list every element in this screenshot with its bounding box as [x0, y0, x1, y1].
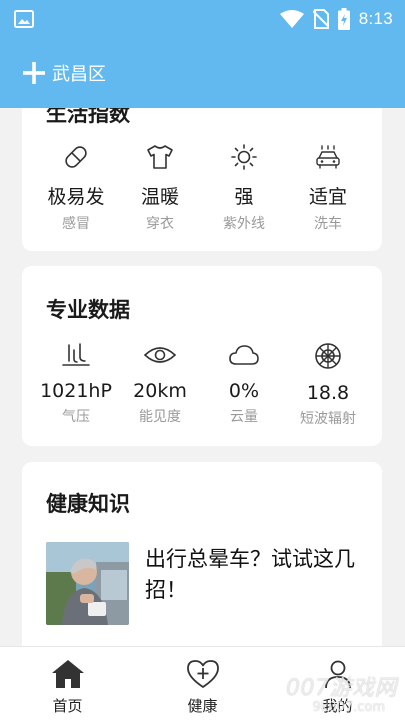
life-index-value: 极易发 — [47, 186, 105, 208]
city-name[interactable]: 武昌区 — [52, 60, 106, 86]
watermark-logo: 007游戏网 — [286, 676, 397, 701]
life-index-label: 穿衣 — [146, 216, 174, 232]
health-card: 健康知识 出行总晕车？试试这几招！ — [22, 462, 382, 646]
image-icon — [14, 10, 34, 28]
tab-health-label: 健康 — [187, 697, 218, 715]
pro-data-label: 能见度 — [139, 409, 181, 425]
life-index-card: 生活指数 极易发 感冒 温暖 穿衣 强 紫外线 适宜 洗车 — [22, 108, 382, 251]
article-thumbnail — [46, 542, 129, 625]
life-index-value: 温暖 — [140, 186, 179, 208]
pro-data-item-pressure: 1021hP 气压 — [34, 342, 118, 428]
heart-plus-icon — [186, 660, 219, 688]
eye-icon — [143, 347, 177, 363]
life-index-label: 洗车 — [314, 216, 342, 232]
life-index-item-cold[interactable]: 极易发 感冒 — [34, 144, 118, 233]
pro-data-grid: 1021hP 气压 20km 能见度 0% 云量 18.8 短波辐射 — [34, 342, 370, 428]
pro-data-item-visibility: 20km 能见度 — [118, 342, 202, 428]
status-bar: 8:13 — [0, 0, 405, 38]
life-index-item-clothing[interactable]: 温暖 穿衣 — [118, 144, 202, 233]
life-index-grid: 极易发 感冒 温暖 穿衣 强 紫外线 适宜 洗车 — [34, 144, 370, 233]
pressure-icon — [62, 343, 90, 366]
pro-data-card: 专业数据 1021hP 气压 20km 能见度 0% 云量 18.8 短波辐射 — [22, 266, 382, 446]
app-bar: 武昌区 — [0, 38, 405, 108]
pro-data-label: 气压 — [62, 409, 90, 425]
add-city-icon[interactable] — [22, 61, 46, 85]
tab-home-label: 首页 — [52, 697, 83, 715]
life-index-title: 生活指数 — [46, 108, 130, 126]
shirt-icon — [147, 145, 173, 169]
health-article[interactable]: 出行总晕车？试试这几招！ — [46, 542, 385, 625]
battery-charging-icon — [337, 8, 350, 30]
life-index-value: 适宜 — [308, 186, 347, 208]
article-title: 出行总晕车？试试这几招！ — [145, 547, 355, 602]
life-index-item-carwash[interactable]: 适宜 洗车 — [286, 144, 370, 233]
content-scroll[interactable]: 生活指数 极易发 感冒 温暖 穿衣 强 紫外线 适宜 洗车 专业数据 1021h… — [0, 108, 405, 646]
car-wash-icon — [316, 145, 340, 169]
tab-health[interactable]: 健康 — [135, 647, 270, 720]
pro-data-label: 云量 — [230, 409, 258, 425]
home-icon — [51, 660, 84, 688]
no-sim-icon — [312, 9, 329, 29]
life-index-label: 紫外线 — [223, 216, 265, 232]
pro-data-item-cloud: 0% 云量 — [202, 342, 286, 428]
status-time: 8:13 — [358, 9, 393, 28]
cloud-icon — [229, 345, 259, 365]
tab-home[interactable]: 首页 — [0, 647, 135, 720]
pro-data-value: 0% — [228, 380, 260, 402]
watermark-url: 9k007.com — [312, 700, 385, 715]
radiation-icon — [315, 343, 341, 369]
pro-data-value: 18.8 — [306, 382, 350, 404]
pill-icon — [65, 146, 87, 168]
pro-data-value: 20km — [133, 380, 187, 402]
health-title: 健康知识 — [46, 492, 130, 516]
sun-icon — [231, 144, 257, 170]
life-index-value: 强 — [234, 186, 254, 208]
pro-data-value: 1021hP — [40, 380, 112, 402]
life-index-item-uv[interactable]: 强 紫外线 — [202, 144, 286, 233]
wifi-icon — [279, 10, 304, 28]
pro-data-title: 专业数据 — [46, 298, 130, 322]
pro-data-item-radiation: 18.8 短波辐射 — [286, 342, 370, 428]
life-index-label: 感冒 — [62, 216, 90, 232]
pro-data-label: 短波辐射 — [300, 411, 356, 427]
